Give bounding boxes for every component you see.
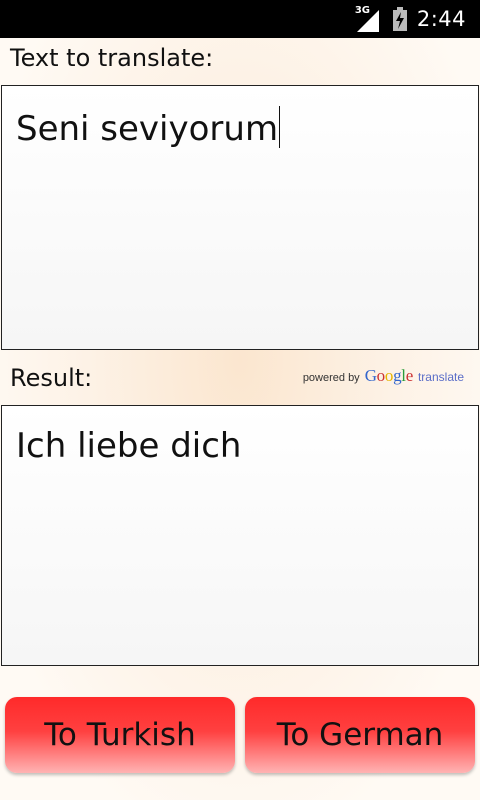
powered-by-text: powered by	[302, 372, 360, 384]
result-text: Ich liebe dich	[16, 426, 242, 466]
status-bar: 3G 2:44	[0, 0, 480, 38]
source-label: Text to translate:	[10, 44, 214, 72]
result-label: Result:	[10, 364, 93, 392]
source-text: Seni seviyorum	[16, 109, 279, 149]
google-logo: Google	[364, 366, 414, 386]
result-text-box: Ich liebe dich	[1, 405, 479, 666]
to-turkish-button[interactable]: To Turkish	[5, 697, 235, 773]
google-logo-letter: e	[405, 366, 414, 385]
clock: 2:44	[416, 7, 466, 31]
signal-icon	[356, 10, 379, 32]
google-logo-letter: o	[376, 366, 386, 385]
google-translate-attribution: powered by Google translate	[303, 366, 464, 386]
translate-text: translate	[417, 370, 464, 384]
google-logo-letter: G	[364, 366, 377, 385]
text-cursor	[279, 106, 281, 148]
signal-indicator: 3G	[353, 5, 383, 32]
battery-charging-icon	[392, 7, 407, 31]
to-german-button[interactable]: To German	[245, 697, 475, 773]
google-logo-letter: o	[384, 366, 394, 385]
source-text-input[interactable]: Seni seviyorum	[1, 85, 479, 350]
